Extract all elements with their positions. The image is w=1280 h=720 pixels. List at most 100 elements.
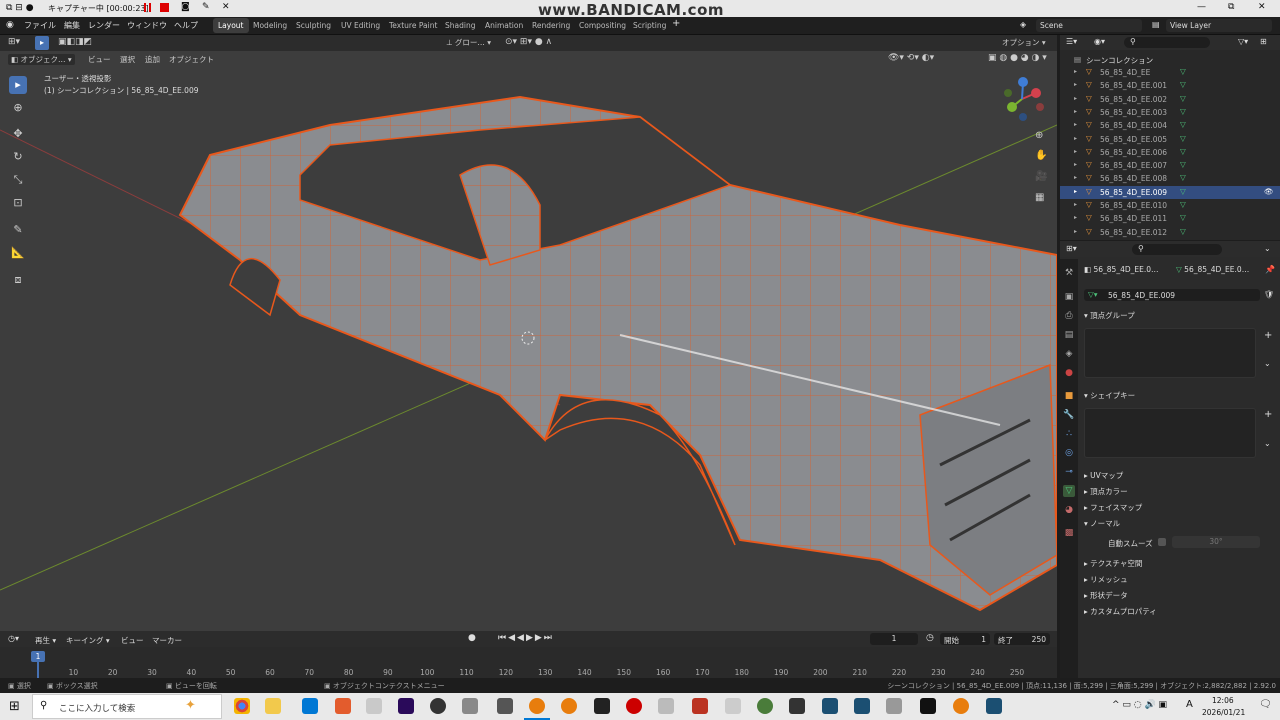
data-tab-icon[interactable]: ▽ <box>1063 485 1075 497</box>
material-tab-icon[interactable]: ◕ <box>1063 504 1075 516</box>
physics-tab-icon[interactable]: ◎ <box>1063 447 1075 459</box>
outliner-item[interactable]: ▸ ▽ 56_85_4D_EE ▽ <box>1060 66 1280 79</box>
output-tab-icon[interactable]: ⎙ <box>1063 310 1075 322</box>
expand-arrow-icon[interactable]: ▸ <box>1074 108 1077 115</box>
playback-controls-icon[interactable]: ⏮◀◀▶▶⏭ <box>498 633 554 643</box>
visibility-eye-icon[interactable]: 👁 <box>1264 187 1274 196</box>
blender-icon-3[interactable] <box>953 698 969 714</box>
app-icon-4[interactable] <box>335 698 351 714</box>
expand-arrow-icon[interactable]: ▸ <box>1074 135 1077 142</box>
outliner-item[interactable]: ▸ ▽ 56_85_4D_EE.008 ▽ <box>1060 172 1280 185</box>
texture-tab-icon[interactable]: ▩ <box>1063 527 1075 539</box>
add-vertex-group-icon[interactable]: + <box>1264 330 1272 341</box>
uv-maps-panel[interactable]: ▸ UVマップ <box>1084 470 1123 481</box>
normals-panel[interactable]: ▾ ノーマル <box>1084 518 1120 529</box>
particles-tab-icon[interactable]: ∴ <box>1063 428 1075 440</box>
custom-properties-panel[interactable]: ▸ カスタムプロパティ <box>1084 606 1157 617</box>
timeline-track[interactable]: 1 10 20 30 40 50 60 70 80 90 100 110 120 130 140 150 16… <box>0 647 1057 678</box>
texture-space-panel[interactable]: ▸ テクスチャ空間 <box>1084 558 1142 569</box>
app-icon-8[interactable] <box>462 698 478 714</box>
display-mode-icon[interactable]: ◉▾ <box>1094 37 1105 46</box>
navigation-gizmo[interactable] <box>998 73 1050 125</box>
expand-arrow-icon[interactable]: ▸ <box>1074 188 1077 195</box>
scene-selector[interactable]: Scene <box>1036 19 1142 32</box>
view-layer-tab-icon[interactable]: ▤ <box>1063 329 1075 341</box>
pin-icon[interactable]: 📌 <box>1265 265 1275 274</box>
tab-animation[interactable]: Animation <box>480 18 528 33</box>
expand-arrow-icon[interactable]: ▸ <box>1074 214 1077 221</box>
system-tray-icons[interactable]: ^ ▭ ◌ 🔊 ▣ <box>1112 700 1167 710</box>
app-icon-18[interactable] <box>789 698 805 714</box>
app-icon-16[interactable] <box>725 698 741 714</box>
app-icon-12[interactable] <box>594 698 610 714</box>
app-icon-19[interactable] <box>822 698 838 714</box>
minimize-icon[interactable]: — <box>1197 2 1206 12</box>
playhead-marker[interactable]: 1 <box>31 651 45 662</box>
face-maps-panel[interactable]: ▸ フェイスマップ <box>1084 502 1142 513</box>
3d-viewport[interactable]: ⊞▾ ▸ ▣◧◨◩ ⊥ グロー… ▾ ⊙▾ ⊞▾ ● ∧ オプション ▾ ◧ オ… <box>0 35 1057 631</box>
expand-arrow-icon[interactable]: ▸ <box>1074 121 1077 128</box>
menu-edit[interactable]: 編集 <box>64 20 80 31</box>
outliner-item[interactable]: ▸ ▽ 56_85_4D_EE.001 ▽ <box>1060 79 1280 92</box>
outliner-item[interactable]: ▸ ▽ 56_85_4D_EE.010 ▽ <box>1060 199 1280 212</box>
shape-keys-panel[interactable]: ▾ シェイプキー <box>1084 390 1135 401</box>
vertex-colors-panel[interactable]: ▸ 頂点カラー <box>1084 486 1128 497</box>
timeline-editor-icon[interactable]: ◷▾ <box>8 634 19 643</box>
new-collection-icon[interactable]: ⊞ <box>1260 37 1267 46</box>
outliner-editor-icon[interactable]: ☰▾ <box>1066 37 1077 46</box>
properties-search-icon[interactable]: ⚲ <box>1132 244 1222 255</box>
tab-sculpting[interactable]: Sculpting <box>291 18 336 33</box>
properties-editor-icon[interactable]: ⊞▾ <box>1066 244 1077 253</box>
outliner-item[interactable]: ▸ ▽ 56_85_4D_EE.002 ▽ <box>1060 93 1280 106</box>
end-frame-field[interactable]: 終了 250 <box>994 633 1050 645</box>
object-tab-icon[interactable]: ■ <box>1063 390 1075 402</box>
menu-playback[interactable]: 再生 ▾ <box>35 635 56 646</box>
auto-smooth-angle[interactable]: 30° <box>1172 536 1260 548</box>
camera-view-icon[interactable]: 🎥 <box>1035 171 1047 182</box>
outliner-root[interactable]: ▤ シーンコレクション <box>1060 53 1280 66</box>
remesh-panel[interactable]: ▸ リメッシュ <box>1084 574 1128 585</box>
blender-icon-2[interactable] <box>561 698 577 714</box>
modifier-tab-icon[interactable]: 🔧 <box>1063 409 1075 421</box>
world-tab-icon[interactable]: ● <box>1063 367 1075 379</box>
vertex-groups-panel[interactable]: ▾ 頂点グループ <box>1084 310 1135 321</box>
menu-window[interactable]: ウィンドウ <box>127 20 167 31</box>
vertex-groups-list[interactable] <box>1084 328 1256 378</box>
app-icon-21[interactable] <box>886 698 902 714</box>
taskbar-time[interactable]: 12:06 <box>1212 696 1234 705</box>
tab-texture-paint[interactable]: Texture Paint <box>384 18 442 33</box>
menu-marker[interactable]: マーカー <box>152 635 182 646</box>
outlook-icon[interactable] <box>302 698 318 714</box>
app-icon-20[interactable] <box>854 698 870 714</box>
app-icon-14[interactable] <box>658 698 674 714</box>
menu-help[interactable]: ヘルプ <box>174 20 198 31</box>
camera-icon[interactable]: ◙ <box>181 2 190 12</box>
windows-start-icon[interactable]: ⊞ <box>9 699 20 714</box>
constraints-tab-icon[interactable]: ⊸ <box>1063 466 1075 478</box>
zoom-icon[interactable]: ⊕ <box>1035 130 1043 141</box>
bandicam-icon[interactable] <box>626 698 642 714</box>
tab-shading[interactable]: Shading <box>440 18 480 33</box>
tab-compositing[interactable]: Compositing <box>574 18 631 33</box>
record-icon[interactable]: ● <box>468 633 476 643</box>
outliner-item[interactable]: ▸ ▽ 56_85_4D_EE.003 ▽ <box>1060 106 1280 119</box>
expand-arrow-icon[interactable]: ▸ <box>1074 161 1077 168</box>
tab-scripting[interactable]: Scripting <box>628 18 671 33</box>
tab-rendering[interactable]: Rendering <box>527 18 575 33</box>
menu-file[interactable]: ファイル <box>24 20 56 31</box>
vertex-group-menu-icon[interactable]: ⌄ <box>1264 359 1271 368</box>
blender-logo-icon[interactable]: ◉ <box>6 20 14 30</box>
tool-tab-icon[interactable]: ⚒ <box>1063 267 1075 279</box>
blender-icon[interactable] <box>529 698 545 714</box>
taskbar-search[interactable]: ⚲ ここに入力して検索 ✦ <box>32 694 222 719</box>
close-capture-icon[interactable]: ✕ <box>222 2 230 12</box>
scene-tab-icon[interactable]: ◈ <box>1063 348 1075 360</box>
pan-hand-icon[interactable]: ✋ <box>1035 150 1047 161</box>
current-frame-field[interactable]: 1 <box>870 633 918 645</box>
outliner-item[interactable]: ▸ ▽ 56_85_4D_EE.006 ▽ <box>1060 146 1280 159</box>
expand-arrow-icon[interactable]: ▸ <box>1074 81 1077 88</box>
premiere-icon[interactable] <box>398 698 414 714</box>
expand-arrow-icon[interactable]: ▸ <box>1074 68 1077 75</box>
object-breadcrumb[interactable]: ◧ 56_85_4D_EE.0… <box>1084 265 1159 274</box>
shape-keys-list[interactable] <box>1084 408 1256 458</box>
